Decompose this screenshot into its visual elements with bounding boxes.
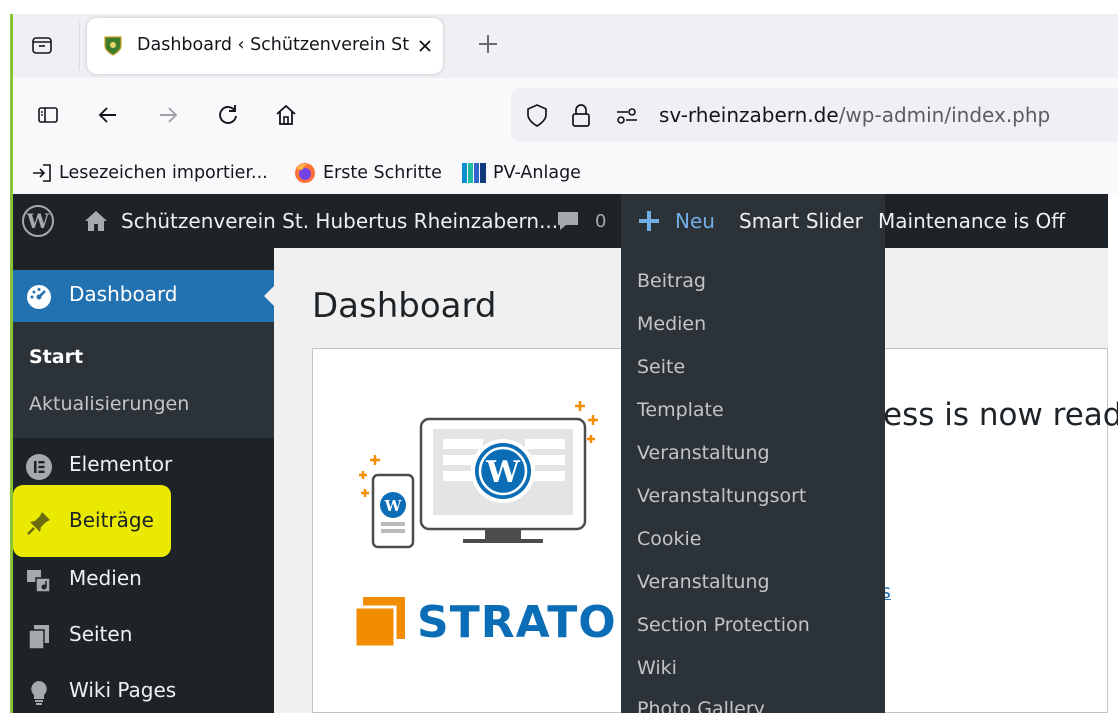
wordpress-logo-icon[interactable]: W <box>21 194 55 248</box>
new-menu-item-veranstaltungsort[interactable]: Veranstaltungsort <box>637 485 806 507</box>
smart-slider-link[interactable]: Smart Slider <box>739 194 863 248</box>
forward-arrow-icon[interactable] <box>153 100 183 130</box>
tab-list-icon[interactable] <box>27 30 57 60</box>
pv-icon <box>462 163 486 183</box>
new-content-dropdown: Beitrag Medien Seite Template Veranstalt… <box>621 248 885 713</box>
submenu-item-updates[interactable]: Aktualisierungen <box>29 393 189 415</box>
strato-logo: STRATO <box>353 595 617 649</box>
sidebar-item-beitraege[interactable]: Beiträge <box>13 496 274 548</box>
plus-icon <box>639 211 659 231</box>
dashboard-gauge-icon <box>25 283 53 311</box>
bookmark-erste-schritte[interactable]: Erste Schritte <box>293 158 442 188</box>
browser-tab-bar: Dashboard ‹ Schützenverein St. <box>13 14 1118 78</box>
lightbulb-icon <box>25 679 53 707</box>
dashboard-submenu: Start Aktualisierungen <box>13 322 274 438</box>
sidebar-item-medien[interactable]: Medien <box>13 554 274 606</box>
bookmarks-bar: Lesezeichen importier... Erste Schritte … <box>13 152 1118 194</box>
submenu-item-start[interactable]: Start <box>29 346 83 368</box>
wp-admin-sidebar: Dashboard Start Aktualisierungen Element… <box>13 248 274 713</box>
close-icon[interactable] <box>415 36 435 56</box>
site-name-link[interactable]: Schützenverein St. Hubertus Rheinzabern.… <box>83 194 558 248</box>
new-menu-item-seite[interactable]: Seite <box>637 356 685 378</box>
new-menu-item-veranstaltung-2[interactable]: Veranstaltung <box>637 571 770 593</box>
pages-icon <box>25 623 53 651</box>
home-icon[interactable] <box>271 100 301 130</box>
new-content-menu[interactable]: Neu Smart Slider <box>621 194 885 248</box>
svg-text:W: W <box>485 455 521 490</box>
bookmark-pv-anlage[interactable]: PV-Anlage <box>461 158 581 188</box>
sidebar-item-wiki-pages[interactable]: Wiki Pages <box>13 666 274 713</box>
house-icon <box>85 211 107 231</box>
new-menu-item-medien[interactable]: Medien <box>637 313 706 335</box>
import-icon <box>33 164 51 182</box>
new-menu-item-template[interactable]: Template <box>637 399 724 421</box>
comments-link[interactable]: 0 <box>555 194 606 248</box>
maintenance-status-link[interactable]: Maintenance is Off <box>878 194 1065 248</box>
sidebar-item-dashboard[interactable]: Dashboard <box>13 270 274 322</box>
pushpin-icon <box>25 509 53 537</box>
tab-title: Dashboard ‹ Schützenverein St. <box>137 35 409 55</box>
shield-favicon-icon <box>104 36 122 56</box>
permissions-icon[interactable] <box>613 102 641 130</box>
svg-text:W: W <box>26 209 50 233</box>
new-menu-item-cookie[interactable]: Cookie <box>637 528 702 550</box>
lock-icon[interactable] <box>567 102 595 130</box>
new-menu-item-beitrag[interactable]: Beitrag <box>637 270 706 292</box>
sidebar-toggle-icon[interactable] <box>33 100 63 130</box>
new-menu-item-photo-gallery[interactable]: Photo Gallery <box>637 698 765 713</box>
shield-icon[interactable] <box>523 102 551 130</box>
current-page-arrow <box>264 286 274 306</box>
new-tab-plus-icon[interactable] <box>475 31 501 57</box>
comment-bubble-icon <box>558 212 578 230</box>
new-menu-item-veranstaltung[interactable]: Veranstaltung <box>637 442 770 464</box>
media-icon <box>25 567 53 595</box>
devices-illustration-icon: W W <box>359 401 598 549</box>
back-arrow-icon[interactable] <box>93 100 123 130</box>
firefox-icon <box>295 163 315 183</box>
wp-admin-bar: W Schützenverein St. Hubertus Rheinzaber… <box>13 194 1108 248</box>
sidebar-item-seiten[interactable]: Seiten <box>13 610 274 662</box>
url-text[interactable]: sv-rheinzabern.de/wp-admin/index.php <box>659 103 1050 127</box>
bookmark-import[interactable]: Lesezeichen importier... <box>31 158 268 188</box>
reload-icon[interactable] <box>213 100 243 130</box>
strato-mark-icon <box>353 597 405 649</box>
new-content-label: Neu <box>637 194 715 248</box>
browser-nav-bar: sv-rheinzabern.de/wp-admin/index.php <box>13 78 1118 152</box>
svg-text:W: W <box>384 497 403 515</box>
tab-separator <box>79 22 80 70</box>
url-bar[interactable]: sv-rheinzabern.de/wp-admin/index.php <box>511 88 1118 142</box>
new-menu-item-section-protection[interactable]: Section Protection <box>637 614 810 636</box>
elementor-icon <box>25 453 53 481</box>
new-menu-item-wiki[interactable]: Wiki <box>637 657 677 679</box>
page-title: Dashboard <box>312 286 497 326</box>
tab-dashboard[interactable]: Dashboard ‹ Schützenverein St. <box>87 18 443 74</box>
welcome-heading-fragment: ess is now read <box>883 397 1118 433</box>
